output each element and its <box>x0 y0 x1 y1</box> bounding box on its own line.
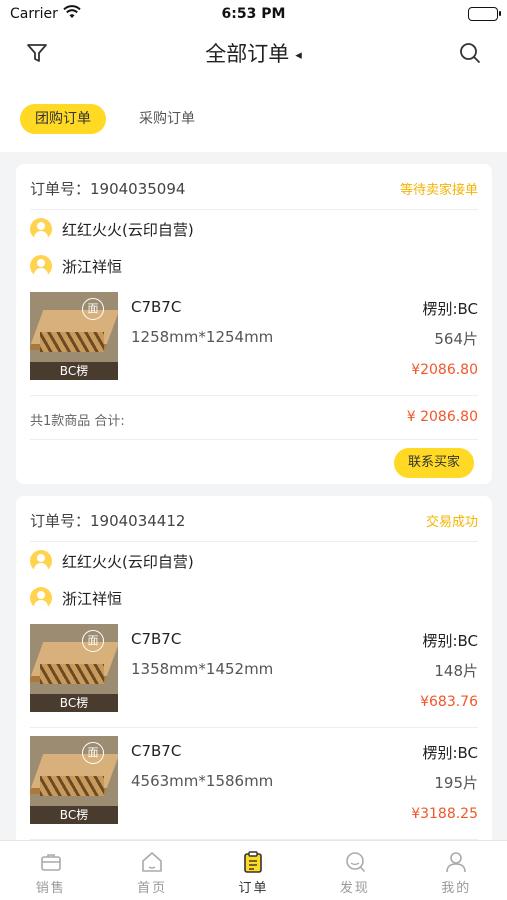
product-price: ¥683.76 <box>420 694 478 710</box>
order-number: 订单号：1904035094 <box>30 180 186 198</box>
product-flute: 楞别:BC <box>422 300 478 318</box>
product-price: ¥3188.25 <box>411 806 478 822</box>
briefcase-icon <box>39 850 63 874</box>
status-bar: Carrier 6:53 PM <box>0 0 507 28</box>
page-title: 全部订单 <box>205 42 290 66</box>
seller-row: 浙江祥恒 <box>16 247 492 284</box>
thumb-type-label: BC楞 <box>30 806 118 824</box>
order-number: 订单号：1904034412 <box>30 512 186 530</box>
order-card: 订单号：1904034412 交易成功 红红火火(云印自营) 浙江祥恒 面 BC… <box>16 496 492 840</box>
buyer-name: 红红火火(云印自营) <box>62 221 194 239</box>
product-size: 1358mm*1452mm <box>131 660 274 678</box>
order-status: 交易成功 <box>425 515 478 530</box>
product-name: C7B7C <box>131 742 182 760</box>
product-thumbnail: 面 BC楞 <box>30 736 118 824</box>
tab-label: 我的 <box>441 881 472 896</box>
summary-count: 共1款商品 合计: <box>30 414 125 429</box>
product-item[interactable]: 面 BC楞 C7B7C 1258mm*1254mm 楞别:BC 564片 ¥20… <box>30 284 478 396</box>
order-header: 订单号：1904035094 等待卖家接单 <box>30 164 478 210</box>
tab-label: 发现 <box>339 881 370 896</box>
product-flute: 楞别:BC <box>422 744 478 762</box>
product-name: C7B7C <box>131 298 182 316</box>
thumb-face-label: 面 <box>82 742 104 764</box>
tab-label: 订单 <box>238 881 269 896</box>
seller-name: 浙江祥恒 <box>62 590 123 608</box>
product-item[interactable]: 面 BC楞 C7B7C 1358mm*1452mm 楞别:BC 148片 ¥68… <box>30 616 478 728</box>
tab-sales[interactable]: 销售 <box>0 841 101 900</box>
seller-name: 浙江祥恒 <box>62 258 123 276</box>
order-header: 订单号：1904034412 交易成功 <box>30 496 478 542</box>
product-thumbnail: 面 BC楞 <box>30 292 118 380</box>
title-dropdown[interactable]: 全部订单 ◂ <box>0 38 507 68</box>
clock: 6:53 PM <box>221 6 286 22</box>
avatar-icon <box>30 255 52 277</box>
seller-row: 浙江祥恒 <box>16 579 492 616</box>
order-list[interactable]: 订单号：1904035094 等待卖家接单 红红火火(云印自营) 浙江祥恒 面 … <box>0 152 507 840</box>
order-actions: 联系买家 <box>30 440 478 486</box>
tab-label: 首页 <box>137 881 168 896</box>
thumb-face-label: 面 <box>82 630 104 652</box>
thumb-face-label: 面 <box>82 298 104 320</box>
avatar-icon <box>30 550 52 572</box>
thumb-type-label: BC楞 <box>30 362 118 380</box>
product-flute: 楞别:BC <box>422 632 478 650</box>
product-size: 1258mm*1254mm <box>131 328 274 346</box>
avatar-icon <box>30 587 52 609</box>
tab-group-purchase[interactable]: 团购订单 <box>20 104 106 134</box>
tab-discover[interactable]: 发现 <box>304 841 405 900</box>
buyer-name: 红红火火(云印自营) <box>62 553 194 571</box>
battery-icon <box>468 7 501 21</box>
thumb-type-label: BC楞 <box>30 694 118 712</box>
product-price: ¥2086.80 <box>411 362 478 378</box>
avatar-icon <box>30 218 52 240</box>
product-item[interactable]: 面 BC楞 C7B7C 4563mm*1586mm 楞别:BC 195片 ¥31… <box>30 728 478 840</box>
product-quantity: 195片 <box>434 774 478 792</box>
nav-bar: 全部订单 ◂ <box>0 28 507 78</box>
summary-total: ¥ 2086.80 <box>406 409 478 425</box>
clipboard-icon <box>241 850 265 874</box>
buyer-row: 红红火火(云印自营) <box>16 210 492 247</box>
contact-buyer-button[interactable]: 联系买家 <box>394 448 474 478</box>
home-icon <box>140 850 164 874</box>
bottom-tab-bar: 销售 首页 订单 发现 我的 <box>0 840 507 900</box>
product-quantity: 564片 <box>434 330 478 348</box>
order-card: 订单号：1904035094 等待卖家接单 红红火火(云印自营) 浙江祥恒 面 … <box>16 164 492 484</box>
product-thumbnail: 面 BC楞 <box>30 624 118 712</box>
caret-left-icon: ◂ <box>295 48 302 63</box>
tab-profile[interactable]: 我的 <box>406 841 507 900</box>
order-summary: 共1款商品 合计: ¥ 2086.80 <box>30 396 478 440</box>
tab-procurement[interactable]: 采购订单 <box>124 104 210 134</box>
search-icon[interactable] <box>457 40 483 66</box>
tab-orders[interactable]: 订单 <box>203 841 304 900</box>
tab-home[interactable]: 首页 <box>101 841 202 900</box>
buyer-row: 红红火火(云印自营) <box>16 542 492 579</box>
product-quantity: 148片 <box>434 662 478 680</box>
discover-icon <box>343 850 367 874</box>
user-icon <box>444 850 468 874</box>
order-type-tabs: 团购订单 采购订单 <box>0 78 507 152</box>
order-status: 等待卖家接单 <box>399 183 478 198</box>
product-name: C7B7C <box>131 630 182 648</box>
product-size: 4563mm*1586mm <box>131 772 274 790</box>
tab-label: 销售 <box>35 881 66 896</box>
